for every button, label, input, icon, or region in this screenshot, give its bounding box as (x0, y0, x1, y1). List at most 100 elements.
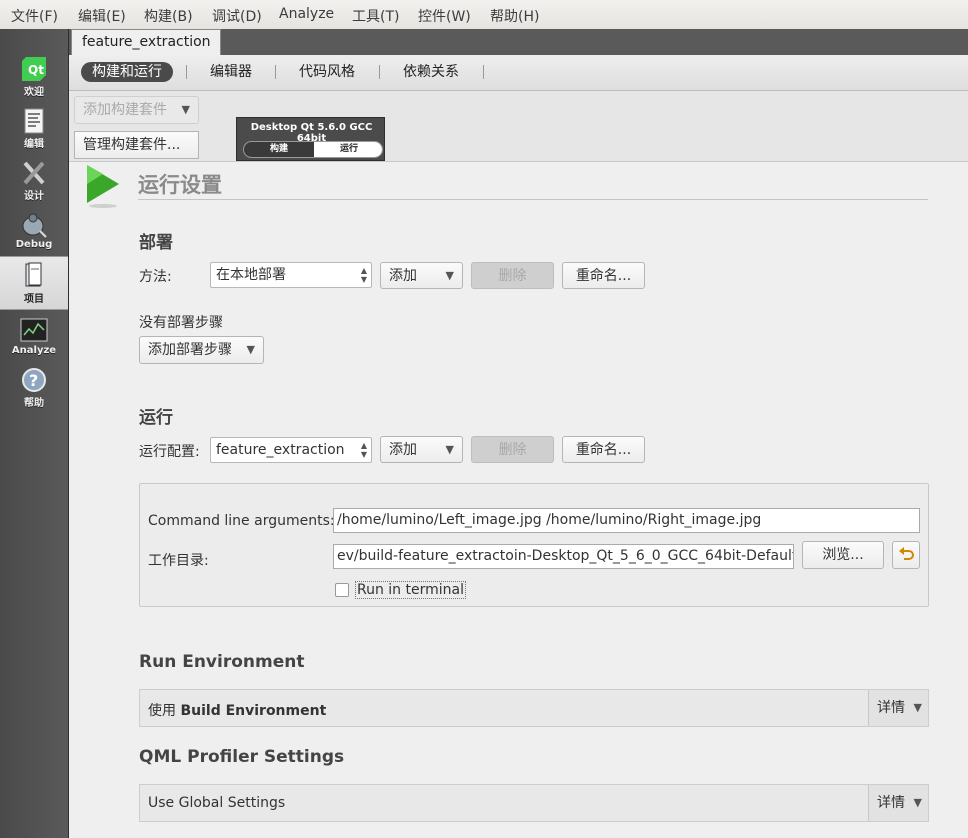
deploy-add-label: 添加 (389, 268, 417, 284)
details-label: 详情 (877, 700, 905, 716)
mode-edit[interactable]: 编辑 (0, 107, 68, 159)
qml-profiler-value: Use Global Settings (148, 795, 286, 811)
run-config-value: feature_extraction (216, 442, 345, 458)
mode-projects[interactable]: 项目 (0, 256, 68, 310)
add-deploy-step-label: 添加部署步骤 (148, 342, 232, 358)
svg-text:?: ? (29, 371, 38, 390)
deploy-method-select[interactable]: 在本地部署 ▲ ▼ (210, 262, 372, 288)
project-tab[interactable]: feature_extraction (71, 29, 221, 55)
run-add-button[interactable]: 添加 ▼ (380, 436, 463, 463)
workdir-input[interactable]: ev/build-feature_extractoin-Desktop_Qt_5… (333, 544, 794, 569)
analyze-monitor-icon (20, 318, 48, 342)
workdir-label: 工作目录: (148, 553, 209, 569)
svg-text:Qt: Qt (28, 63, 44, 77)
run-config-label: 运行配置: (139, 444, 200, 460)
build-run-switch: 构建 运行 (243, 141, 383, 158)
qt-logo-icon: Qt (22, 57, 46, 81)
mode-label: 帮助 (24, 398, 44, 409)
menu-file[interactable]: 文件(F) (11, 6, 58, 26)
add-deploy-step-button[interactable]: 添加部署步骤 ▼ (139, 336, 264, 364)
deploy-method-label: 方法: (139, 269, 172, 285)
mode-analyze[interactable]: Analyze (0, 317, 68, 369)
mode-label: Debug (15, 239, 53, 250)
deploy-delete-button[interactable]: 删除 (471, 262, 554, 289)
run-env-value: Build Environment (180, 703, 327, 719)
chevron-down-icon: ▼ (913, 796, 922, 809)
run-play-icon (87, 165, 119, 208)
tab-separator (186, 65, 187, 79)
chevron-down-icon: ▼ (181, 103, 190, 116)
kit-panel: Desktop Qt 5.6.0 GCC 64bit 构建 运行 (236, 117, 385, 161)
deploy-add-button[interactable]: 添加 ▼ (380, 262, 463, 289)
menu-analyze[interactable]: Analyze (279, 6, 334, 22)
menu-debug[interactable]: 调试(D) (212, 6, 262, 26)
spin-arrows-icon: ▲ ▼ (360, 266, 367, 284)
menu-edit[interactable]: 编辑(E) (78, 6, 126, 26)
tab-dependencies[interactable]: 依赖关系 (403, 62, 459, 82)
run-env-prefix: 使用 (148, 703, 176, 719)
chevron-down-icon: ▼ (445, 269, 454, 282)
spin-arrows-icon: ▲ ▼ (360, 441, 367, 459)
mode-label: 编辑 (24, 139, 44, 150)
mode-sidebar: Qt 欢迎 编辑 设计 Debug 项目 Analyze ? 帮助 (0, 29, 69, 838)
run-settings-panel: 运行设置 部署 方法: 在本地部署 ▲ ▼ 添加 ▼ 删除 重命名... 没有部署… (69, 162, 968, 838)
mode-welcome[interactable]: Qt 欢迎 (0, 55, 68, 107)
divider (138, 199, 928, 200)
tab-separator (483, 65, 484, 79)
page-title: 运行设置 (138, 173, 222, 197)
document-edit-icon (24, 108, 44, 134)
design-tools-icon (23, 161, 45, 185)
details-label: 详情 (877, 795, 905, 811)
chevron-down-icon: ▼ (246, 343, 255, 356)
kit-run-toggle[interactable]: 运行 (314, 142, 382, 157)
menu-tools[interactable]: 工具(T) (352, 6, 399, 26)
run-heading: 运行 (139, 408, 173, 428)
chevron-down-icon: ▼ (445, 443, 454, 456)
tab-separator (275, 65, 276, 79)
help-icon: ? (22, 368, 46, 392)
browse-button[interactable]: 浏览... (802, 541, 884, 569)
manage-kits-button[interactable]: 管理构建套件... (74, 131, 199, 159)
run-in-terminal-label[interactable]: Run in terminal (355, 581, 466, 599)
run-env-details-button[interactable]: 详情 ▼ (868, 690, 928, 726)
args-input[interactable]: /home/lumino/Left_image.jpg /home/lumino… (333, 508, 920, 533)
menu-bar: 文件(F) 编辑(E) 构建(B) 调试(D) Analyze 工具(T) 控件… (0, 0, 968, 30)
kit-build-toggle[interactable]: 构建 (244, 142, 314, 157)
reset-workdir-button[interactable] (892, 541, 920, 569)
project-tab-strip: feature_extraction (69, 29, 968, 55)
debug-bug-icon (22, 213, 47, 238)
undo-reset-icon (899, 547, 914, 560)
tab-separator (379, 65, 380, 79)
run-env-summary: 使用 Build Environment 详情 ▼ (139, 689, 929, 727)
tab-editor[interactable]: 编辑器 (210, 62, 252, 82)
menu-help[interactable]: 帮助(H) (490, 6, 539, 26)
mode-label: 项目 (24, 294, 44, 305)
chevron-down-icon: ▼ (913, 701, 922, 714)
run-add-label: 添加 (389, 442, 417, 458)
run-in-terminal-checkbox[interactable] (335, 583, 349, 597)
mode-label: 欢迎 (24, 87, 44, 98)
settings-tabs: 构建和运行 编辑器 代码风格 依赖关系 (69, 55, 968, 91)
qml-profiler-summary: Use Global Settings 详情 ▼ (139, 784, 929, 822)
args-label: Command line arguments: (148, 513, 335, 529)
qml-details-button[interactable]: 详情 ▼ (868, 785, 928, 821)
mode-label: 设计 (24, 191, 44, 202)
menu-build[interactable]: 构建(B) (144, 6, 193, 26)
deploy-heading: 部署 (139, 233, 173, 253)
kit-selector-area: 添加构建套件 ▼ 管理构建套件... Desktop Qt 5.6.0 GCC … (69, 91, 968, 162)
tab-code-style[interactable]: 代码风格 (299, 62, 355, 82)
mode-help[interactable]: ? 帮助 (0, 366, 68, 418)
run-env-text: 使用 Build Environment (148, 700, 326, 720)
qml-profiler-heading: QML Profiler Settings (139, 747, 345, 767)
run-env-heading: Run Environment (139, 652, 305, 672)
add-kit-button[interactable]: 添加构建套件 ▼ (74, 96, 199, 124)
run-delete-button[interactable]: 删除 (471, 436, 554, 463)
menu-controls[interactable]: 控件(W) (418, 6, 471, 26)
run-config-select[interactable]: feature_extraction ▲ ▼ (210, 437, 372, 463)
deploy-rename-button[interactable]: 重命名... (562, 262, 645, 289)
tab-build-run[interactable]: 构建和运行 (81, 62, 173, 82)
run-rename-button[interactable]: 重命名... (562, 436, 645, 463)
mode-design[interactable]: 设计 (0, 159, 68, 211)
project-wrench-icon (25, 262, 42, 287)
run-config-group: Command line arguments: /home/lumino/Lef… (139, 483, 929, 607)
